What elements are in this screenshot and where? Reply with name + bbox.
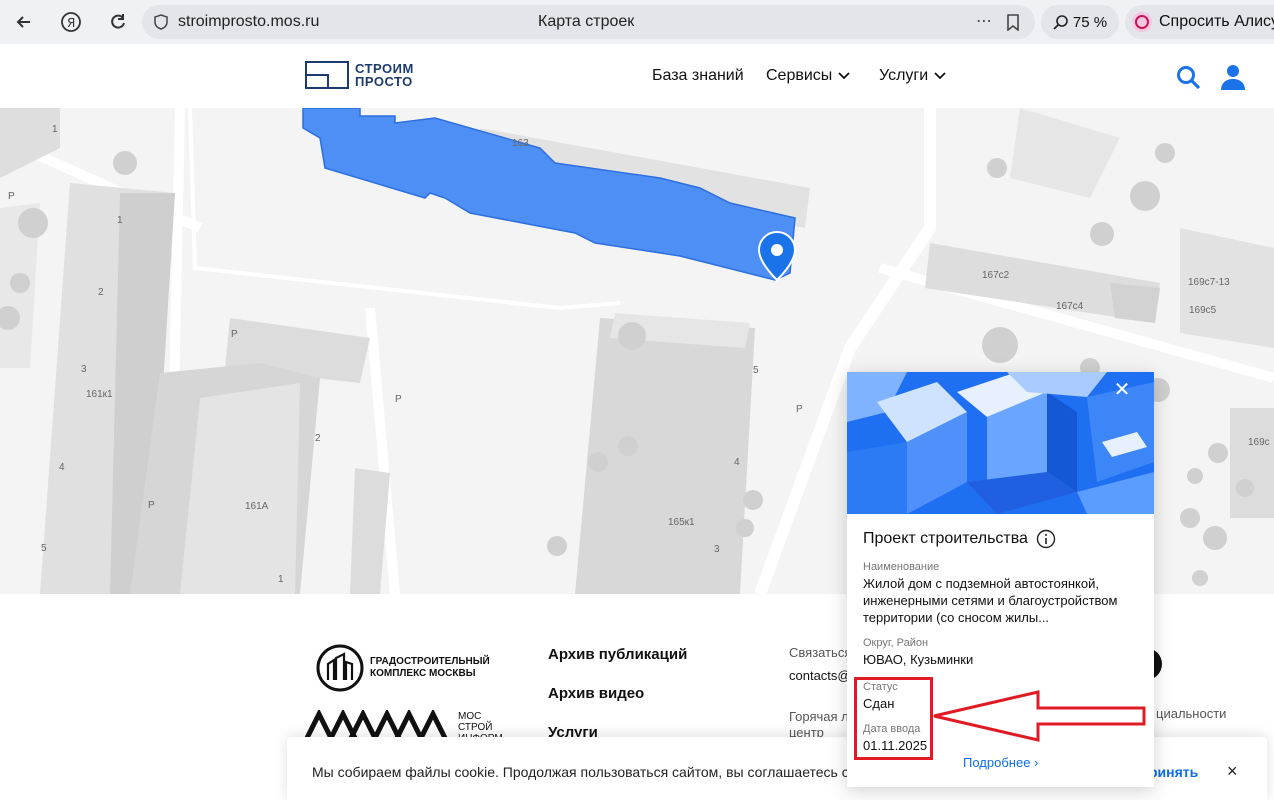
nav-uslugi[interactable]: Услуги [879, 67, 946, 85]
svg-text:Я: Я [67, 16, 75, 30]
map-label: 169с5 [1189, 305, 1217, 316]
nav-knowledge-base[interactable]: База знаний [652, 67, 744, 85]
map-label: P [148, 500, 155, 511]
alice-icon [1132, 12, 1152, 32]
url-text: stroimprosto.mos.ru [178, 13, 320, 30]
contact-email[interactable]: contacts@ [789, 668, 851, 683]
browser-toolbar: Я stroimprosto.mos.ru Карта строек ⋯ 75 … [0, 0, 1274, 44]
map-label: P [8, 191, 15, 202]
card-banner-image: ✕ [847, 372, 1154, 514]
yandex-icon[interactable]: Я [57, 8, 85, 36]
mosstroy-line2: СТРОЙ [458, 722, 493, 733]
info-icon[interactable] [1036, 529, 1056, 549]
map-label: P [395, 394, 402, 405]
back-icon[interactable] [10, 8, 38, 36]
cookie-accept-button[interactable]: ринять [1149, 764, 1198, 780]
map-label: 161А [245, 501, 269, 512]
district-label: Округ, Район [863, 637, 929, 649]
map-label: 3 [81, 364, 87, 375]
footer-link-video[interactable]: Архив видео [548, 685, 644, 702]
alice-label: Спросить Алису [1159, 13, 1274, 30]
site-logo[interactable]: СТРОИМ ПРОСТО [305, 61, 414, 89]
mosstroy-logo-icon [305, 710, 448, 740]
map-label: 161к1 [86, 389, 113, 400]
map-label: 169с [1248, 437, 1270, 448]
privacy-link[interactable]: циальности [1156, 706, 1226, 721]
map-label: 1 [117, 215, 123, 226]
cubes-illustration [847, 372, 1154, 514]
map-label: 167с4 [1056, 301, 1084, 312]
nav-label: Сервисы [766, 67, 833, 84]
user-icon[interactable] [1219, 63, 1247, 91]
gradstroy-logo-icon [316, 644, 364, 692]
chevron-down-icon [934, 72, 946, 80]
card-title: Проект строительства [863, 529, 1056, 549]
alice-button[interactable]: Спросить Алису [1125, 5, 1274, 39]
map-label: 5 [753, 365, 759, 376]
card-close-icon[interactable]: ✕ [1111, 378, 1133, 401]
name-label: Наименование [863, 561, 940, 573]
hotline-label: Горячая л [789, 709, 849, 724]
map-label: 169с7-13 [1188, 277, 1230, 288]
chevron-down-icon [838, 72, 850, 80]
address-bar[interactable]: stroimprosto.mos.ru Карта строек ⋯ [142, 5, 1035, 39]
bookmark-icon[interactable] [1006, 14, 1020, 31]
shield-icon [154, 14, 168, 30]
gradstroy-logo-text: ГРАДОСТРОИТЕЛЬНЫЙ КОМПЛЕКС МОСКВЫ [370, 656, 490, 679]
map-label: 1 [278, 574, 284, 585]
cookie-text: Мы собираем файлы cookie. Продолжая поль… [312, 764, 849, 780]
annotation-highlight-box [854, 677, 933, 760]
map-label: 1 [52, 124, 58, 135]
map-label: 2 [315, 433, 321, 444]
nav-label: Услуги [879, 67, 929, 84]
footer-link-publications[interactable]: Архив публикаций [548, 646, 687, 663]
nav-label: База знаний [652, 67, 744, 84]
contact-label: Связаться [789, 645, 852, 660]
map-label: 167с2 [982, 270, 1010, 281]
map-label: 4 [734, 457, 740, 468]
map-label: 165к1 [668, 517, 695, 528]
magnifier-icon [1053, 15, 1068, 30]
map-label: 5 [41, 543, 47, 554]
search-icon[interactable] [1176, 65, 1202, 91]
logo-line2: ПРОСТО [355, 74, 413, 89]
page-title: Карта строек [538, 13, 635, 30]
map-label: 2 [98, 287, 104, 298]
zoom-level: 75 % [1072, 13, 1108, 31]
nav-services[interactable]: Сервисы [766, 67, 850, 85]
site-header: СТРОИМ ПРОСТО База знаний Сервисы Услуги [0, 44, 1274, 108]
annotation-arrow-icon [933, 690, 1146, 742]
logo-icon [305, 61, 349, 89]
map-label: 3 [714, 544, 720, 555]
cookie-close-icon[interactable]: × [1227, 761, 1238, 782]
map-label: P [231, 329, 238, 340]
more-icon[interactable]: ⋯ [976, 11, 992, 31]
name-value: Жилой дом с подземной автостоянкой, инже… [863, 576, 1118, 625]
map-label: 163 [512, 138, 529, 149]
map-label: 4 [59, 462, 65, 473]
district-value: ЮВАО, Кузьминки [863, 652, 974, 667]
card-title-text: Проект строительства [863, 530, 1028, 547]
map-label: P [796, 404, 803, 415]
zoom-button[interactable]: 75 % [1041, 5, 1119, 39]
more-details-link[interactable]: Подробнее › [963, 755, 1038, 770]
mosstroy-line1: МОС [458, 711, 482, 722]
reload-icon[interactable] [104, 8, 132, 36]
